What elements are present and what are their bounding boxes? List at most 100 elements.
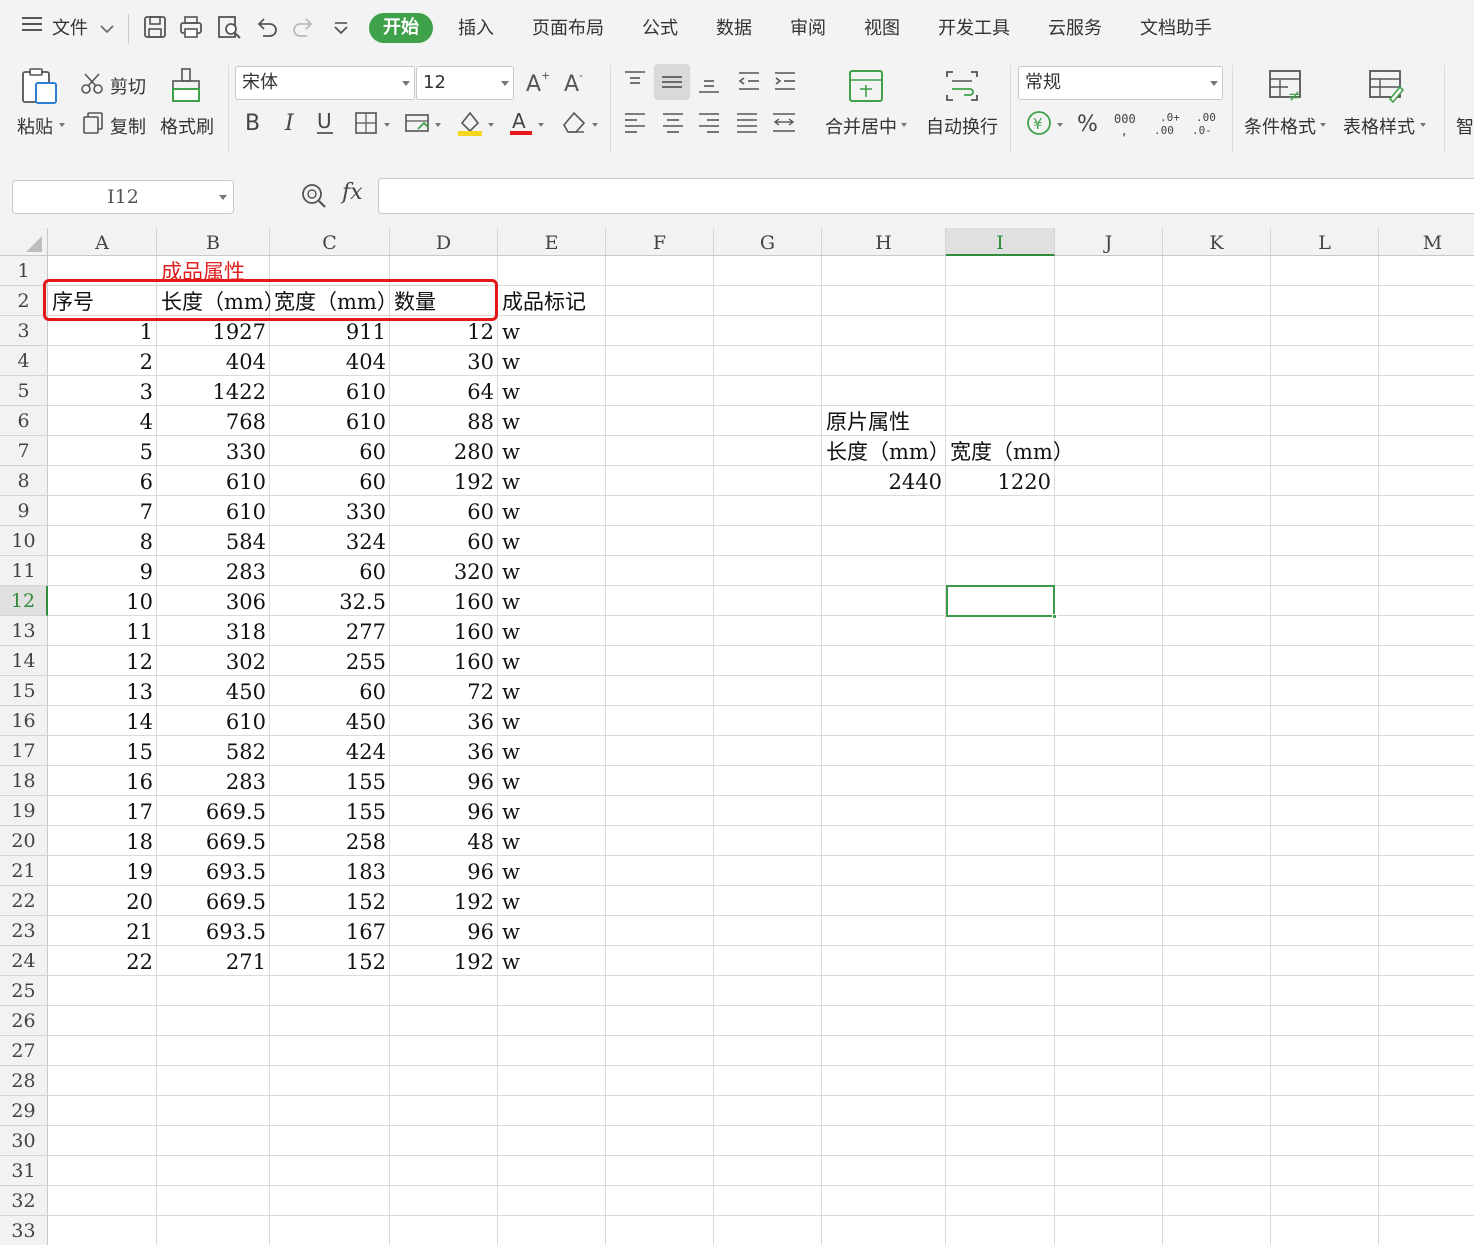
cell-B7[interactable]: 330 [157,436,270,466]
row-header-20[interactable]: 20 [0,826,48,856]
cell-B8[interactable]: 610 [157,466,270,496]
decrease-decimal-icon[interactable]: .00.0- [1190,109,1218,141]
cell-A17[interactable]: 15 [48,736,157,766]
tab-home[interactable]: 开始 [369,13,433,43]
undo-icon[interactable] [254,14,280,40]
cell-A24[interactable]: 22 [48,946,157,976]
cell-E16[interactable]: w [498,706,524,736]
column-header-I[interactable]: I [946,228,1055,256]
font-name-select[interactable]: 宋体 [235,66,415,100]
row-header-22[interactable]: 22 [0,886,48,916]
row-header-14[interactable]: 14 [0,646,48,676]
cell-D10[interactable]: 60 [390,526,498,556]
row-header-19[interactable]: 19 [0,796,48,826]
cell-B22[interactable]: 669.5 [157,886,270,916]
cell-A19[interactable]: 17 [48,796,157,826]
cell-D23[interactable]: 96 [390,916,498,946]
cell-D9[interactable]: 60 [390,496,498,526]
cell-A7[interactable]: 5 [48,436,157,466]
row-header-11[interactable]: 11 [0,556,48,586]
fill-handle[interactable] [1052,614,1057,619]
cell-D8[interactable]: 192 [390,466,498,496]
cell-H7-length-label[interactable]: 长度（mm） [822,436,954,466]
row-header-15[interactable]: 15 [0,676,48,706]
row-header-25[interactable]: 25 [0,976,48,1006]
cell-D13[interactable]: 160 [390,616,498,646]
cell-C16[interactable]: 450 [270,706,390,736]
merge-center-button[interactable]: 合并居中 [825,113,897,139]
row-header-12[interactable]: 12 [0,586,48,616]
cell-E6[interactable]: w [498,406,524,436]
align-middle-button[interactable] [654,64,690,100]
tab-page-layout[interactable]: 页面布局 [532,14,604,40]
cell-E18[interactable]: w [498,766,524,796]
cell-C7[interactable]: 60 [270,436,390,466]
conditional-format-dropdown-icon[interactable] [1320,123,1326,127]
conditional-format-button[interactable]: 条件格式 [1244,113,1316,139]
cell-B6[interactable]: 768 [157,406,270,436]
row-header-13[interactable]: 13 [0,616,48,646]
decrease-font-icon[interactable]: A- [562,69,588,99]
bold-icon[interactable]: B [242,109,266,139]
decrease-indent-icon[interactable] [736,69,762,99]
currency-dropdown-icon[interactable] [1057,123,1063,127]
column-header-C[interactable]: C [270,228,390,256]
paste-button[interactable]: 粘贴 [17,113,53,139]
cell-D16[interactable]: 36 [390,706,498,736]
cell-B14[interactable]: 302 [157,646,270,676]
distributed-align-icon[interactable] [770,111,798,139]
fill-color-dropdown-icon[interactable] [488,123,494,127]
row-header-28[interactable]: 28 [0,1066,48,1096]
cell-A13[interactable]: 11 [48,616,157,646]
align-right-icon[interactable] [696,111,722,139]
cell-D20[interactable]: 48 [390,826,498,856]
zoom-search-icon[interactable] [300,182,328,214]
cell-E20[interactable]: w [498,826,524,856]
cell-E24[interactable]: w [498,946,524,976]
cell-B21[interactable]: 693.5 [157,856,270,886]
cell-C24[interactable]: 152 [270,946,390,976]
column-header-K[interactable]: K [1163,228,1271,256]
cell-E5[interactable]: w [498,376,524,406]
increase-indent-icon[interactable] [772,69,798,99]
cell-A11[interactable]: 9 [48,556,157,586]
cell-B19[interactable]: 669.5 [157,796,270,826]
conditional-format-icon[interactable]: ≠ [1268,69,1304,107]
cell-C22[interactable]: 152 [270,886,390,916]
percent-icon[interactable]: % [1076,109,1102,141]
underline-icon[interactable]: U [314,109,338,141]
format-painter-icon[interactable] [170,67,204,109]
cell-C4[interactable]: 404 [270,346,390,376]
fill-color-icon[interactable] [456,109,484,141]
cell-D19[interactable]: 96 [390,796,498,826]
cell-A10[interactable]: 8 [48,526,157,556]
cell-A6[interactable]: 4 [48,406,157,436]
cell-B5[interactable]: 1422 [157,376,270,406]
cell-A18[interactable]: 16 [48,766,157,796]
cell-C13[interactable]: 277 [270,616,390,646]
smart-tool-button-partial[interactable]: 智 [1456,113,1474,139]
row-header-24[interactable]: 24 [0,946,48,976]
cell-D22[interactable]: 192 [390,886,498,916]
tab-doc-assistant[interactable]: 文档助手 [1140,14,1212,40]
cell-B12[interactable]: 306 [157,586,270,616]
column-header-H[interactable]: H [822,228,946,256]
row-header-9[interactable]: 9 [0,496,48,526]
row-header-1[interactable]: 1 [0,256,48,286]
cell-A9[interactable]: 7 [48,496,157,526]
row-header-33[interactable]: 33 [0,1216,48,1245]
wrap-text-icon[interactable] [944,69,980,107]
select-all-corner[interactable] [0,228,48,256]
clear-format-dropdown-icon[interactable] [592,123,598,127]
cell-D18[interactable]: 96 [390,766,498,796]
column-header-M[interactable]: M [1379,228,1474,256]
row-header-8[interactable]: 8 [0,466,48,496]
cell-D24[interactable]: 192 [390,946,498,976]
align-center-icon[interactable] [660,111,686,139]
formula-input[interactable] [378,178,1474,214]
redo-icon[interactable] [290,14,316,40]
cell-B24[interactable]: 271 [157,946,270,976]
cell-E12[interactable]: w [498,586,524,616]
column-header-A[interactable]: A [48,228,157,256]
cell-D17[interactable]: 36 [390,736,498,766]
